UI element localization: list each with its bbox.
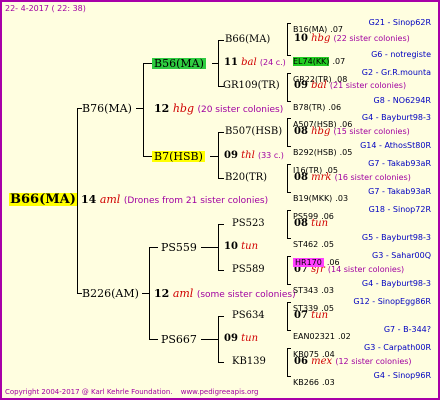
queen-ps667[interactable]: PS667 xyxy=(161,334,197,345)
gen4-queen-year: .06 xyxy=(339,120,353,129)
gen4-queen-year: .02 xyxy=(337,332,351,341)
website-link[interactable]: www.pedigreeapis.org xyxy=(181,388,259,396)
gen4-queen-name[interactable]: HR170 xyxy=(293,258,324,267)
gen4-breeder: G4 - Bayburt98-3 xyxy=(361,113,431,122)
gen4-queen-year: .03 xyxy=(335,194,349,203)
gen4-queen-year: .04 xyxy=(322,350,335,359)
gen4-row: KB075.04 G3 - Carpath00R xyxy=(293,344,433,360)
gen4-queen-name[interactable]: KB075 xyxy=(293,350,319,359)
queen-gr109-tr[interactable]: GR109(TR) xyxy=(223,81,280,91)
gen4-row: PS599.06 G18 - Sinop72R xyxy=(293,206,433,222)
gen4-row: B16(MA) .07 G21 - Sinop62R xyxy=(293,19,433,35)
root-queen[interactable]: B66(MA) xyxy=(9,193,77,206)
gen4-queen-name[interactable]: EL74(KK) xyxy=(293,57,330,66)
queen-ps589[interactable]: PS589 xyxy=(232,265,265,275)
gen2-3-info: 09 tun xyxy=(224,333,259,344)
gen4-breeder: G4 - Sinop96R xyxy=(373,371,431,380)
gen4-breeder: G7 - B-344? xyxy=(383,325,431,334)
root-generation-info: 14 aml (Drones from 21 sister colonies) xyxy=(81,193,269,206)
gen4-breeder: G7 - Takab93aR xyxy=(368,187,431,196)
gen4-row: GR22(TR) .08 G2 - Gr.R.mounta xyxy=(293,69,433,85)
gen4-queen-name[interactable]: A507(HSB) xyxy=(293,120,337,129)
gen4-queen-name[interactable]: KB266 xyxy=(293,378,319,387)
queen-b20-tr[interactable]: B20(TR) xyxy=(225,173,267,183)
gen4-queen-name[interactable]: ST462 xyxy=(293,240,318,249)
gen4-breeder: G14 - AthosSt80R xyxy=(360,141,431,150)
gen3-0-info: 10 hbg (22 sister colonies) xyxy=(294,33,410,44)
gen4-queen-name[interactable]: PS599 xyxy=(293,212,318,221)
gen4-queen-name[interactable]: B78(TR) xyxy=(293,103,325,112)
gen4-queen-year: .06 xyxy=(321,212,334,221)
gen4-breeder: G4 - Bayburt98-3 xyxy=(361,279,431,288)
gen4-queen-year: .08 xyxy=(334,75,348,84)
gen4-row: B292(HSB) .05 G14 - AthosSt80R xyxy=(293,142,433,158)
copyright-text: Copyright 2004-2017 @ Karl Kehrle Founda… xyxy=(5,388,173,396)
gen4-queen-name[interactable]: B292(HSB) xyxy=(293,148,337,157)
queen-b226-am[interactable]: B226(AM) xyxy=(82,288,139,299)
gen4-breeder: G5 - Bayburt98-3 xyxy=(361,233,431,242)
gen4-queen-name[interactable]: ST343 xyxy=(293,286,318,295)
gen4-queen-year: .06 xyxy=(328,103,342,112)
queen-ps634[interactable]: PS634 xyxy=(232,311,265,321)
gen4-breeder: G12 - SinopEgg86R xyxy=(353,297,431,306)
gen2-2-info: 10 tun xyxy=(224,241,259,252)
gen4-queen-name[interactable]: EAN02321 xyxy=(293,332,335,341)
gen4-breeder: G7 - Takab93aR xyxy=(368,159,431,168)
queen-b66-ma-g3[interactable]: B66(MA) xyxy=(225,35,270,45)
queen-b507-hsb[interactable]: B507(HSB) xyxy=(225,127,282,137)
gen4-row: ST343.03 G4 - Bayburt98-3 xyxy=(293,280,433,296)
gen4-breeder: G21 - Sinop62R xyxy=(368,18,431,27)
gen2-1-info: 09 thl (33 c.) xyxy=(224,150,284,161)
gen4-breeder: G3 - Sahar00Q xyxy=(372,251,431,260)
gen4-queen-year: .06 xyxy=(326,258,340,267)
gen4-queen-name[interactable]: B16(MA) xyxy=(293,25,327,34)
gen4-queen-year: .05 xyxy=(321,304,334,313)
gen1-1-info: 12 aml (some sister colonies) xyxy=(154,287,296,300)
gen4-breeder: G18 - Sinop72R xyxy=(368,205,431,214)
gen4-queen-year: .05 xyxy=(339,148,353,157)
gen4-queen-year: .03 xyxy=(322,378,335,387)
gen4-queen-year: .05 xyxy=(325,166,338,175)
gen4-row: ST462.05 G5 - Bayburt98-3 xyxy=(293,234,433,250)
queen-b76-ma[interactable]: B76(MA) xyxy=(82,103,132,114)
footer: Copyright 2004-2017 @ Karl Kehrle Founda… xyxy=(5,389,258,396)
gen4-breeder: G2 - Gr.R.mounta xyxy=(361,68,431,77)
gen4-row: EAN02321.02 G7 - B-344? xyxy=(293,326,433,342)
queen-ps523[interactable]: PS523 xyxy=(232,219,265,229)
gen1-0-info: 12 hbg (20 sister colonies) xyxy=(154,102,284,115)
gen4-queen-name[interactable]: ST339 xyxy=(293,304,318,313)
gen4-breeder: G3 - Carpath00R xyxy=(364,343,431,352)
pedigree-chart: 22- 4-2017 ( 22: 38) Copyright 2004-2017… xyxy=(0,0,440,400)
date-header: 22- 4-2017 ( 22: 38) xyxy=(5,4,86,13)
gen4-queen-year: .07 xyxy=(330,25,344,34)
gen4-queen-year: .05 xyxy=(321,240,334,249)
queen-ps559[interactable]: PS559 xyxy=(161,242,197,253)
queen-b56-ma[interactable]: B56(MA) xyxy=(152,58,206,69)
gen4-row: ST339.05 G12 - SinopEgg86R xyxy=(293,298,433,314)
gen4-row: KB266.03 G4 - Sinop96R xyxy=(293,372,433,388)
gen4-breeder: G8 - NO6294R xyxy=(373,96,431,105)
gen4-queen-name[interactable]: GR22(TR) xyxy=(293,75,332,84)
gen4-row: A507(HSB) .06 G4 - Bayburt98-3 xyxy=(293,114,433,130)
gen4-row: I16(TR) .05 G7 - Takab93aR xyxy=(293,160,433,176)
gen2-0-info: 11 bal (24 c.) xyxy=(224,57,286,68)
gen4-queen-name[interactable]: I16(TR) xyxy=(293,166,322,175)
gen4-queen-name[interactable]: B19(MKK) xyxy=(293,194,332,203)
gen4-breeder: G6 - notregiste xyxy=(371,50,431,59)
gen4-queen-year: .07 xyxy=(332,57,346,66)
gen4-row: EL74(KK) .07 G6 - notregiste xyxy=(293,51,433,67)
gen4-queen-year: .03 xyxy=(321,286,334,295)
queen-kb139[interactable]: KB139 xyxy=(232,357,266,367)
queen-b7-hsb[interactable]: B7(HSB) xyxy=(152,151,205,162)
gen4-row: HR170.06 G3 - Sahar00Q xyxy=(293,252,433,268)
gen4-row: B78(TR) .06 G8 - NO6294R xyxy=(293,97,433,113)
gen4-row: B19(MKK) .03 G7 - Takab93aR xyxy=(293,188,433,204)
